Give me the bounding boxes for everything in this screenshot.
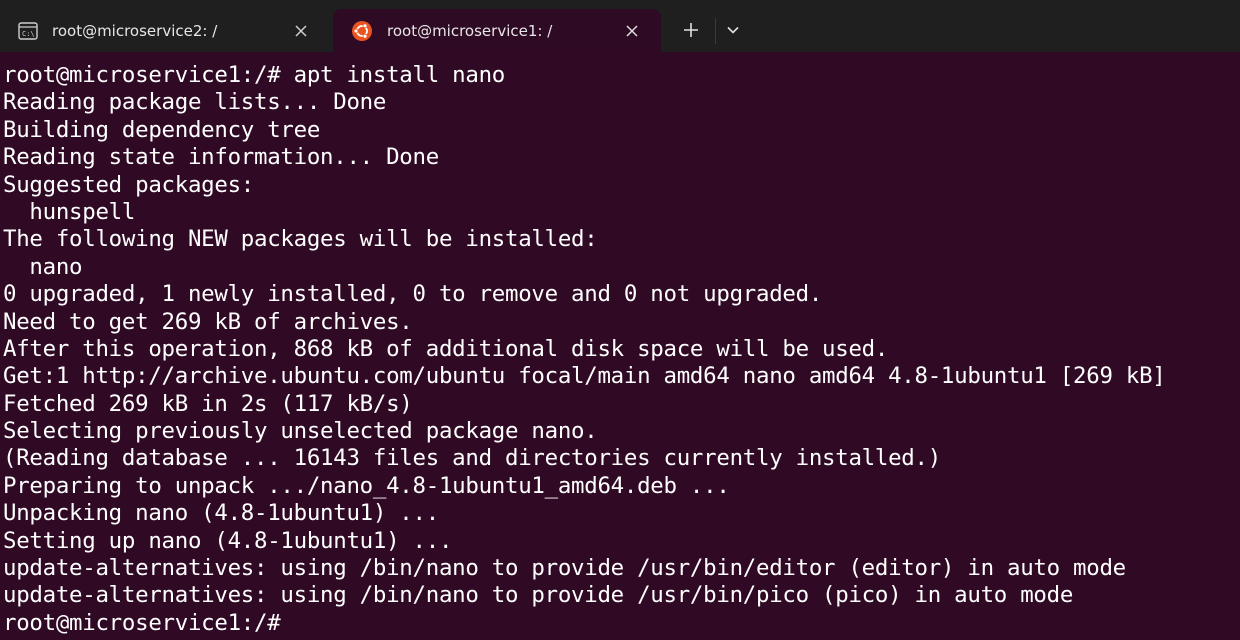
profile-dropdown-button[interactable]: [718, 12, 748, 48]
terminal-line: update-alternatives: using /bin/nano to …: [3, 555, 1126, 582]
tab-microservice1[interactable]: root@microservice1: /: [333, 9, 661, 52]
ubuntu-icon: [351, 20, 373, 42]
terminal-line: update-alternatives: using /bin/nano to …: [3, 582, 1074, 609]
terminal-line: Preparing to unpack .../nano_4.8-1ubuntu…: [3, 472, 730, 499]
terminal-line: hunspell: [3, 198, 136, 225]
terminal-line: The following NEW packages will be insta…: [3, 226, 598, 253]
tab-microservice2[interactable]: C:\ root@microservice2: /: [0, 9, 330, 52]
close-icon[interactable]: [290, 20, 312, 42]
terminal-line: Building dependency tree: [3, 116, 321, 143]
terminal-line: 0 upgraded, 1 newly installed, 0 to remo…: [3, 281, 823, 308]
terminal-line: Reading package lists... Done: [3, 89, 387, 116]
terminal-line: nano: [3, 253, 83, 280]
terminal-line: Get:1 http://archive.ubuntu.com/ubuntu f…: [3, 363, 1166, 390]
svg-text:C:\: C:\: [22, 30, 35, 38]
tab-bar: C:\ root@microservice2: / root@microserv…: [0, 0, 1240, 52]
terminal-line: Fetched 269 kB in 2s (117 kB/s): [3, 390, 413, 417]
terminal-line: root@microservice1:/# apt install nano: [3, 62, 505, 88]
terminal-line: Selecting previously unselected package …: [3, 418, 598, 445]
divider: [715, 18, 716, 44]
new-tab-button[interactable]: [674, 12, 708, 48]
prompt-text: root@microservice1:/#: [3, 609, 281, 636]
terminal-line: Unpacking nano (4.8-1ubuntu1) ...: [3, 500, 439, 527]
terminal-line: Need to get 269 kB of archives.: [3, 308, 413, 335]
terminal-line: Setting up nano (4.8-1ubuntu1) ...: [3, 527, 453, 554]
tab-label: root@microservice1: /: [387, 21, 553, 40]
terminal-line: (Reading database ... 16143 files and di…: [3, 445, 941, 472]
close-icon[interactable]: [621, 20, 643, 42]
command-prompt[interactable]: root@microservice1:/#: [3, 610, 1240, 637]
terminal-line: After this operation, 868 kB of addition…: [3, 335, 889, 362]
plus-icon: [683, 22, 699, 38]
terminal-line: Reading state information... Done: [3, 144, 439, 171]
terminal-output[interactable]: root@microservice1:/# apt install nano R…: [0, 52, 1240, 640]
tab-label: root@microservice2: /: [52, 21, 218, 40]
cmd-icon: C:\: [18, 21, 38, 40]
terminal-line: Suggested packages:: [3, 171, 254, 198]
chevron-down-icon: [726, 23, 740, 37]
